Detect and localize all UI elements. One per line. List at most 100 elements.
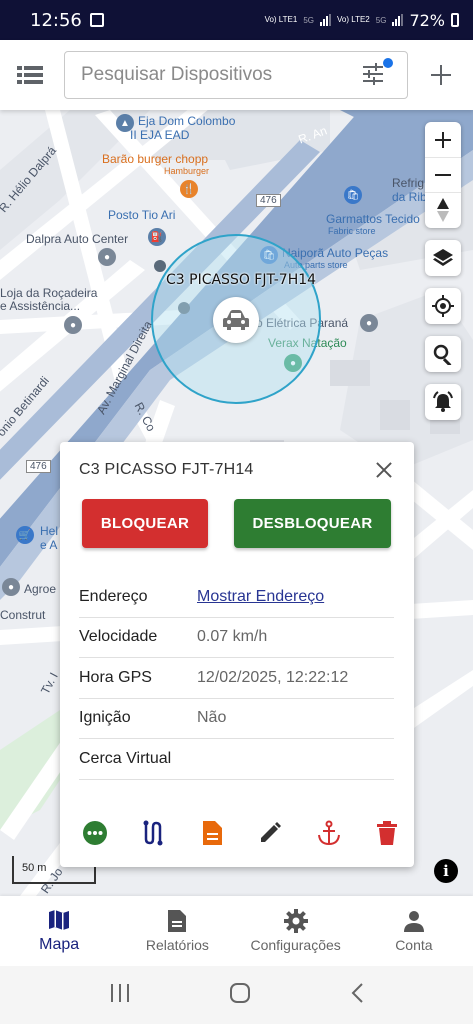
battery-percent: 72% bbox=[409, 10, 445, 30]
search-map-icon[interactable] bbox=[425, 336, 461, 372]
search-input[interactable]: Pesquisar Dispositivos bbox=[64, 51, 408, 99]
row-gps-time-value: 12/02/2025, 12:22:12 bbox=[197, 668, 349, 686]
signal-2-icon bbox=[392, 14, 404, 26]
sim2-label: Vo) LTE2 bbox=[337, 15, 370, 24]
map-label-posto: Posto Tio Ari bbox=[108, 208, 176, 222]
map-label-refrig1: Refrig bbox=[392, 176, 425, 190]
map-label-hel2: e A bbox=[40, 538, 58, 552]
map-label-hamburger: Hamburger bbox=[164, 166, 210, 176]
gas-station-icon[interactable]: ⛽ bbox=[148, 228, 166, 246]
info-icon[interactable]: i bbox=[434, 859, 458, 883]
row-gps-time: Hora GPS 12/02/2025, 12:22:12 bbox=[79, 658, 394, 699]
zoom-controls bbox=[425, 122, 461, 228]
car-marker-icon[interactable] bbox=[213, 297, 259, 343]
restaurant-icon[interactable]: 🍴 bbox=[180, 180, 198, 198]
home-icon[interactable] bbox=[229, 982, 251, 1009]
back-icon[interactable] bbox=[350, 982, 364, 1009]
anchor-icon[interactable] bbox=[315, 819, 343, 847]
bottom-navigation: Mapa Relatórios Configurações Conta bbox=[0, 896, 473, 966]
network-badge-1: 5G bbox=[303, 15, 314, 25]
row-geofence: Cerca Virtual bbox=[79, 739, 394, 780]
place-marker-2-icon[interactable]: ● bbox=[64, 316, 82, 334]
place-marker-icon[interactable]: ● bbox=[98, 248, 116, 266]
screen: 12:56 Vo) LTE1 5G Vo) LTE2 5G 72% Pesqui… bbox=[0, 0, 473, 1024]
edit-icon[interactable] bbox=[256, 819, 284, 847]
person-icon bbox=[403, 911, 424, 932]
route-icon[interactable] bbox=[139, 819, 167, 847]
map-label-construt: Construt bbox=[0, 608, 46, 622]
nav-account[interactable]: Conta bbox=[355, 896, 473, 966]
map-label-eja: Eja Dom Colombo bbox=[138, 114, 236, 128]
row-speed-label: Velocidade bbox=[79, 628, 158, 646]
map-label-route-476a: 476 bbox=[256, 194, 281, 207]
network-badge-2: 5G bbox=[375, 15, 387, 25]
list-icon[interactable] bbox=[0, 40, 60, 110]
battery-icon bbox=[451, 13, 459, 27]
bus-stop-icon[interactable] bbox=[154, 260, 166, 272]
nav-account-label: Conta bbox=[395, 937, 433, 953]
close-icon[interactable] bbox=[374, 460, 394, 480]
sim1-label: Vo) LTE1 bbox=[264, 15, 298, 24]
row-speed: Velocidade 0.07 km/h bbox=[79, 618, 394, 658]
nav-map-label: Mapa bbox=[39, 936, 80, 953]
document-icon bbox=[168, 910, 187, 932]
alarm-bell-icon[interactable] bbox=[425, 384, 461, 420]
place-marker-3-icon[interactable]: ● bbox=[360, 314, 378, 332]
row-ignition: Ignição Não bbox=[79, 699, 394, 739]
top-app-bar: Pesquisar Dispositivos bbox=[0, 40, 473, 110]
map-label-eja2: II EJA EAD bbox=[130, 128, 190, 142]
status-right: Vo) LTE1 5G Vo) LTE2 5G 72% bbox=[265, 11, 459, 30]
map-label-loja2: e Assistência... bbox=[0, 299, 81, 313]
shopping-icon[interactable]: 🛍 bbox=[344, 186, 362, 204]
block-button[interactable]: BLOQUEAR bbox=[82, 499, 208, 548]
signal-1-icon bbox=[320, 14, 331, 26]
map-label-agro: Agroe bbox=[24, 582, 57, 596]
row-ignition-value: Não bbox=[197, 709, 227, 727]
nav-settings[interactable]: Configurações bbox=[237, 896, 355, 966]
vehicle-map-label: C3 PICASSO FJT-7H14 bbox=[166, 272, 317, 288]
row-gps-time-label: Hora GPS bbox=[79, 668, 152, 686]
zoom-out-icon[interactable] bbox=[425, 158, 461, 193]
my-location-icon[interactable] bbox=[425, 288, 461, 324]
row-geofence-label: Cerca Virtual bbox=[79, 749, 172, 767]
zoom-in-icon[interactable] bbox=[425, 123, 461, 158]
compass-icon[interactable] bbox=[425, 193, 461, 228]
nav-settings-label: Configurações bbox=[250, 937, 341, 953]
popup-actions bbox=[81, 818, 401, 848]
unblock-button[interactable]: DESBLOQUEAR bbox=[234, 499, 391, 548]
map-label-loja1: Loja da Roçadeira bbox=[0, 286, 98, 300]
map-label-fabric: Fabric store bbox=[328, 226, 376, 236]
recent-apps-icon[interactable] bbox=[109, 983, 131, 1008]
system-navigation bbox=[0, 966, 473, 1024]
row-address-label: Endereço bbox=[79, 587, 148, 605]
filter-sliders-icon[interactable] bbox=[361, 58, 393, 90]
map-label-refrig2: da Rib bbox=[392, 190, 427, 204]
filter-active-dot bbox=[383, 58, 393, 68]
nav-reports[interactable]: Relatórios bbox=[118, 896, 236, 966]
info-rows: Endereço Mostrar Endereço Velocidade 0.0… bbox=[79, 577, 394, 780]
map-label-barao: Barão burger chopp bbox=[102, 152, 209, 166]
map-label-garmattos: Garmattos Tecido bbox=[326, 212, 420, 226]
popup-title: C3 PICASSO FJT-7H14 bbox=[79, 461, 254, 478]
report-icon[interactable] bbox=[198, 819, 226, 847]
status-time: 12:56 bbox=[30, 9, 82, 31]
delete-icon[interactable] bbox=[373, 819, 401, 847]
row-speed-value: 0.07 km/h bbox=[197, 628, 268, 646]
gallery-notification-icon bbox=[89, 13, 104, 27]
map-label-dalpra: Dalpra Auto Center bbox=[26, 232, 129, 246]
shopping-3-icon[interactable]: 🛒 bbox=[16, 526, 34, 544]
map-label-route-476b: 476 bbox=[26, 460, 51, 473]
map-icon bbox=[49, 910, 70, 930]
status-bar: 12:56 Vo) LTE1 5G Vo) LTE2 5G 72% bbox=[0, 0, 473, 40]
more-icon[interactable] bbox=[81, 819, 109, 847]
nav-map[interactable]: Mapa bbox=[0, 896, 118, 966]
search-placeholder: Pesquisar Dispositivos bbox=[81, 64, 273, 85]
plus-icon[interactable] bbox=[429, 63, 453, 87]
place-marker-4-icon[interactable]: ● bbox=[2, 578, 20, 596]
show-address-link[interactable]: Mostrar Endereço bbox=[197, 588, 324, 606]
layers-icon[interactable] bbox=[425, 240, 461, 276]
map-label-naipora: Naiporã Auto Peças bbox=[282, 246, 389, 260]
gear-icon bbox=[283, 909, 308, 933]
row-address: Endereço Mostrar Endereço bbox=[79, 577, 394, 618]
map-label-hel1: Hel bbox=[40, 524, 59, 538]
